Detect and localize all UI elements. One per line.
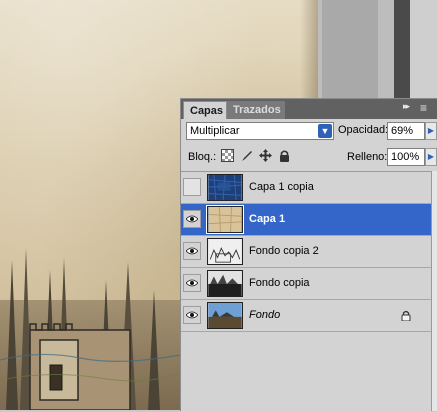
- layer-thumbnail: [206, 205, 244, 234]
- panel-menu-icon[interactable]: ≡: [420, 101, 427, 115]
- city-artwork: [0, 248, 180, 410]
- layer-thumbnail: [207, 302, 243, 329]
- layer-name[interactable]: Fondo copia 2: [249, 245, 319, 257]
- eye-icon: [186, 247, 198, 255]
- fill-value: 100%: [391, 151, 420, 163]
- collapse-arrows-icon[interactable]: ▸▸: [403, 101, 410, 112]
- layer-name[interactable]: Capa 1 copia: [249, 181, 314, 193]
- layer-row[interactable]: Fondo copia: [181, 268, 431, 300]
- layer-row[interactable]: Fondo copia 2: [181, 236, 431, 268]
- layer-thumbnail: [207, 238, 243, 265]
- lock-icon: [401, 310, 411, 321]
- lock-all-icon[interactable]: [278, 149, 291, 162]
- visibility-toggle[interactable]: [183, 210, 201, 228]
- opacity-label: Opacidad:: [338, 124, 389, 136]
- lock-label: Bloq.:: [188, 151, 217, 163]
- layer-row[interactable]: Capa 1 copia: [181, 172, 431, 204]
- panel-tab-bar: Capas Trazados ▸▸ ≡: [181, 99, 437, 119]
- layer-name[interactable]: Fondo copia: [249, 277, 310, 289]
- eye-icon: [186, 215, 198, 223]
- opacity-slider-arrow-icon[interactable]: ▶: [425, 122, 437, 140]
- eye-icon: [186, 279, 198, 287]
- layer-row[interactable]: Fondo: [181, 300, 431, 332]
- layer-thumbnail: [207, 270, 243, 297]
- lock-position-move-icon[interactable]: [259, 149, 272, 162]
- blend-mode-value: Multiplicar: [190, 125, 240, 137]
- tab-paths[interactable]: Trazados: [227, 101, 285, 119]
- visibility-toggle[interactable]: [183, 178, 201, 196]
- canvas-strip: [322, 0, 378, 100]
- layer-thumbnail: [207, 174, 243, 201]
- fill-slider-arrow-icon[interactable]: ▶: [425, 148, 437, 166]
- fill-input[interactable]: 100%: [387, 148, 425, 166]
- layer-name[interactable]: Fondo: [249, 309, 280, 321]
- layers-panel: Capas Trazados ▸▸ ≡ Multiplicar ▼ Opacid…: [180, 98, 437, 412]
- layer-name[interactable]: Capa 1: [249, 213, 285, 225]
- layers-list: Capa 1 copia Capa 1 Fondo copia 2 Fondo …: [181, 171, 431, 412]
- fill-label: Relleno:: [347, 151, 388, 163]
- blend-mode-select[interactable]: Multiplicar ▼: [186, 122, 334, 140]
- visibility-toggle[interactable]: [183, 306, 201, 324]
- visibility-toggle[interactable]: [183, 274, 201, 292]
- chevron-down-icon[interactable]: ▼: [318, 124, 332, 138]
- opacity-value: 69%: [391, 125, 414, 137]
- layers-scrollbar[interactable]: [431, 171, 437, 411]
- visibility-toggle[interactable]: [183, 242, 201, 260]
- tab-layers[interactable]: Capas: [183, 101, 227, 119]
- lock-transparency-icon[interactable]: [221, 149, 234, 162]
- opacity-input[interactable]: 69%: [387, 122, 425, 140]
- layer-row[interactable]: Capa 1: [181, 204, 431, 236]
- lock-paint-brush-icon[interactable]: [240, 149, 253, 162]
- eye-icon: [186, 311, 198, 319]
